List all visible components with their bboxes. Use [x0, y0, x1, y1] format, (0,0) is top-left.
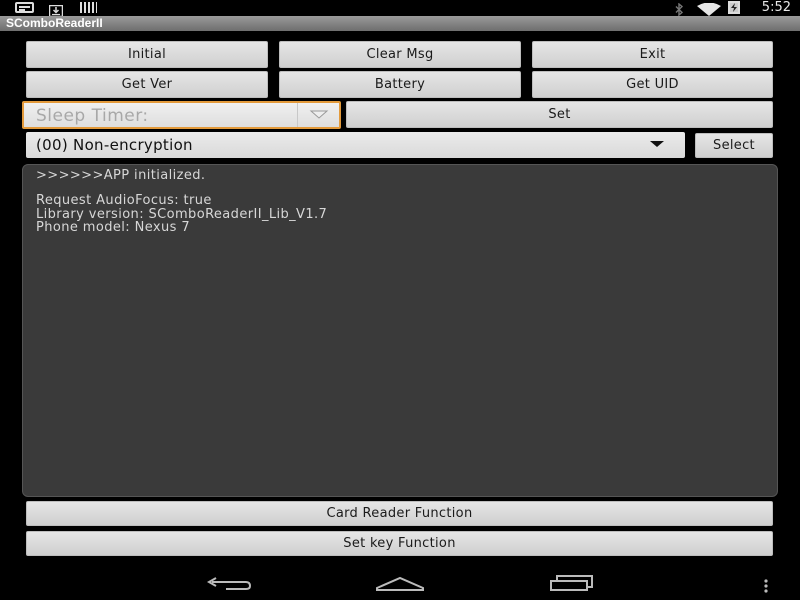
clock: 5:52	[761, 0, 791, 15]
battery-button[interactable]: Battery	[279, 71, 521, 98]
back-icon[interactable]	[206, 575, 252, 595]
exit-button[interactable]: Exit	[532, 41, 773, 68]
battery-icon	[728, 1, 740, 14]
main-content: Initial Clear Msg Exit Get Ver Battery G…	[0, 31, 800, 565]
bluetooth-icon	[674, 1, 684, 17]
set-key-function-button[interactable]: Set key Function	[26, 531, 773, 556]
encryption-spinner[interactable]: (00) Non-encryption	[26, 132, 685, 158]
dropdown-arrow-icon[interactable]	[297, 103, 339, 127]
overflow-menu-icon[interactable]	[763, 578, 769, 597]
message-log[interactable]: >>>>>>APP initialized. Request AudioFocu…	[22, 164, 778, 497]
select-button[interactable]: Select	[695, 133, 773, 158]
sleep-timer-spinner[interactable]: Sleep Timer:	[22, 101, 341, 129]
log-line: Request AudioFocus: true	[36, 193, 212, 208]
home-icon[interactable]	[375, 575, 425, 595]
download-icon	[48, 2, 64, 18]
clear-msg-button[interactable]: Clear Msg	[279, 41, 521, 68]
initial-button[interactable]: Initial	[26, 41, 268, 68]
status-bar: 5:52	[0, 0, 800, 18]
navigation-bar	[0, 565, 800, 600]
encryption-value: (00) Non-encryption	[36, 136, 193, 154]
sleep-timer-placeholder: Sleep Timer:	[36, 106, 149, 126]
title-bar: SComboReaderII	[0, 16, 800, 31]
log-line: >>>>>>APP initialized.	[36, 168, 206, 183]
card-reader-function-button[interactable]: Card Reader Function	[26, 501, 773, 526]
get-uid-button[interactable]: Get UID	[532, 71, 773, 98]
app-title: SComboReaderII	[6, 16, 103, 30]
wifi-icon	[697, 1, 721, 16]
set-button[interactable]: Set	[346, 101, 773, 128]
get-ver-button[interactable]: Get Ver	[26, 71, 268, 98]
barcode-icon	[80, 2, 97, 13]
recent-apps-icon[interactable]	[549, 575, 595, 595]
notification-icon	[15, 2, 34, 13]
log-line: Phone model: Nexus 7	[36, 220, 190, 235]
chevron-down-icon	[650, 141, 664, 147]
